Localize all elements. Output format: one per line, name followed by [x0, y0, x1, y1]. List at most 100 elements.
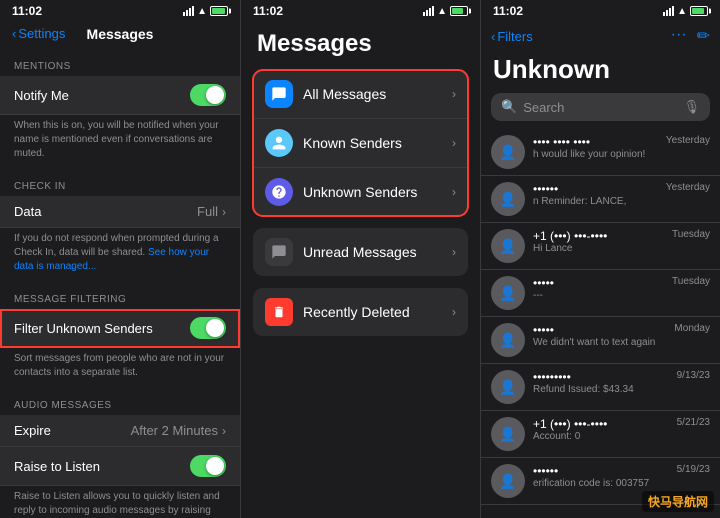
message-preview: ---	[533, 290, 664, 301]
time-panel3: 11:02	[493, 4, 523, 18]
status-bar-panel2: 11:02 ▲	[241, 0, 480, 22]
filters-back-button[interactable]: ‹ Filters	[491, 29, 533, 44]
avatar: 👤	[491, 182, 525, 216]
status-icons-panel2: ▲	[423, 6, 468, 17]
notify-me-toggle[interactable]	[190, 84, 226, 106]
message-time: Tuesday	[672, 229, 710, 240]
search-placeholder: Search	[523, 100, 677, 115]
known-senders-label: Known Senders	[303, 135, 452, 151]
unread-messages-icon	[265, 238, 293, 266]
sender-name: •••••••••	[533, 370, 669, 384]
message-time: Yesterday	[666, 135, 710, 146]
message-preview: Hi Lance	[533, 243, 664, 254]
search-bar[interactable]: 🔍 Search 🎙	[491, 93, 710, 121]
battery-icon	[210, 6, 228, 16]
message-time: 9/13/23	[677, 370, 710, 381]
raise-to-listen-row[interactable]: Raise to Listen	[0, 447, 240, 486]
mentions-header: MENTIONS	[0, 49, 240, 76]
more-options-button[interactable]: ···	[671, 26, 687, 46]
avatar: 👤	[491, 464, 525, 498]
avatar: 👤	[491, 229, 525, 263]
avatar: 👤	[491, 276, 525, 310]
all-messages-icon	[265, 80, 293, 108]
filter-unknown-row[interactable]: Filter Unknown Senders	[0, 309, 240, 348]
filtering-header: MESSAGE FILTERING	[0, 282, 240, 309]
unknown-senders-icon	[265, 178, 293, 206]
raise-to-listen-toggle[interactable]	[190, 455, 226, 477]
data-value: Full ›	[197, 204, 226, 219]
expire-chevron-icon: ›	[222, 424, 226, 438]
message-preview: erification code is: 003757	[533, 478, 669, 489]
battery-icon-p2	[450, 6, 468, 16]
signal-icon	[183, 6, 194, 16]
avatar: 👤	[491, 417, 525, 451]
all-messages-chevron-icon: ›	[452, 87, 456, 101]
list-item[interactable]: 👤 +1 (•••) •••-•••• Account: 0 5/21/23	[481, 411, 720, 458]
settings-panel: 11:02 ▲ ‹ Settings Messages MENTIONS Not…	[0, 0, 240, 518]
unknown-senders-panel: 11:02 ▲ ‹ Filters ··· ✏ Unknown 🔍 Search	[480, 0, 720, 518]
list-item[interactable]: 👤 •••••• n Reminder: LANCE, Yesterday	[481, 176, 720, 223]
all-messages-row[interactable]: All Messages ›	[253, 70, 468, 119]
expire-row[interactable]: Expire After 2 Minutes ›	[0, 415, 240, 447]
status-bar-panel1: 11:02 ▲	[0, 0, 240, 22]
unread-messages-row[interactable]: Unread Messages ›	[253, 228, 468, 276]
message-time: Monday	[674, 323, 710, 334]
unknown-senders-label: Unknown Senders	[303, 184, 452, 200]
message-preview: h would like your opinion!	[533, 149, 658, 160]
signal-icon-p2	[423, 6, 434, 16]
messages-panel: 11:02 ▲ Messages All Messages ›	[240, 0, 480, 518]
time-panel2: 11:02	[253, 4, 283, 18]
notify-me-desc: When this is on, you will be notified wh…	[0, 115, 240, 169]
sender-name: •••••	[533, 276, 664, 290]
known-senders-icon	[265, 129, 293, 157]
raise-to-listen-desc: Raise to Listen allows you to quickly li…	[0, 486, 240, 518]
unknown-senders-chevron-icon: ›	[452, 185, 456, 199]
recently-deleted-chevron-icon: ›	[452, 305, 456, 319]
sender-name: +1 (•••) •••-••••	[533, 229, 664, 243]
filter-unknown-desc: Sort messages from people who are not in…	[0, 348, 240, 388]
message-preview: Account: 0	[533, 431, 669, 442]
data-row[interactable]: Data Full ›	[0, 196, 240, 228]
unread-chevron-icon: ›	[452, 245, 456, 259]
list-item[interactable]: 👤 +1 (•••) •••-•••• Hi Lance Tuesday	[481, 223, 720, 270]
list-item[interactable]: 👤 •••• •••• •••• h would like your opini…	[481, 129, 720, 176]
compose-button[interactable]: ✏	[697, 26, 710, 46]
back-button-panel1[interactable]: ‹ Settings	[12, 26, 65, 41]
filter-unknown-toggle[interactable]	[190, 317, 226, 339]
deleted-section: Recently Deleted ›	[253, 288, 468, 336]
raise-to-listen-label: Raise to Listen	[14, 459, 100, 474]
sender-name: •••• •••• ••••	[533, 135, 658, 149]
unknown-senders-row[interactable]: Unknown Senders ›	[253, 168, 468, 216]
avatar: 👤	[491, 323, 525, 357]
avatar: 👤	[491, 370, 525, 404]
message-preview: n Reminder: LANCE,	[533, 196, 658, 207]
audio-header: AUDIO MESSAGES	[0, 388, 240, 415]
sender-name: ••••••	[533, 182, 658, 196]
sender-name: +1 (•••) •••-••••	[533, 417, 669, 431]
known-senders-row[interactable]: Known Senders ›	[253, 119, 468, 168]
list-item[interactable]: 👤 ••••••••• Refund Issued: $43.34 9/13/2…	[481, 364, 720, 411]
battery-icon-p3	[690, 6, 708, 16]
messages-title: Messages	[241, 22, 480, 70]
checkin-header: CHECK IN	[0, 169, 240, 196]
recently-deleted-row[interactable]: Recently Deleted ›	[253, 288, 468, 336]
trash-icon	[265, 298, 293, 326]
notify-me-label: Notify Me	[14, 88, 69, 103]
unknown-title: Unknown	[481, 52, 720, 93]
sender-name: •••••	[533, 323, 666, 337]
list-item[interactable]: 👤 ••••• We didn't want to text again Mon…	[481, 317, 720, 364]
filter-unknown-label: Filter Unknown Senders	[14, 321, 153, 336]
message-time: Tuesday	[672, 276, 710, 287]
message-list: 👤 •••• •••• •••• h would like your opini…	[481, 129, 720, 505]
nav-bar-panel1: ‹ Settings Messages	[0, 22, 240, 49]
known-senders-chevron-icon: ›	[452, 136, 456, 150]
status-icons-panel3: ▲	[663, 6, 708, 17]
chevron-left-icon: ‹	[12, 26, 16, 41]
nav-title-panel1: Messages	[87, 26, 154, 42]
list-item[interactable]: 👤 ••••• --- Tuesday	[481, 270, 720, 317]
notify-me-row[interactable]: Notify Me	[0, 76, 240, 115]
avatar: 👤	[491, 135, 525, 169]
recently-deleted-label: Recently Deleted	[303, 304, 452, 320]
microphone-icon: 🎙	[683, 99, 700, 115]
status-bar-panel3: 11:02 ▲	[481, 0, 720, 22]
